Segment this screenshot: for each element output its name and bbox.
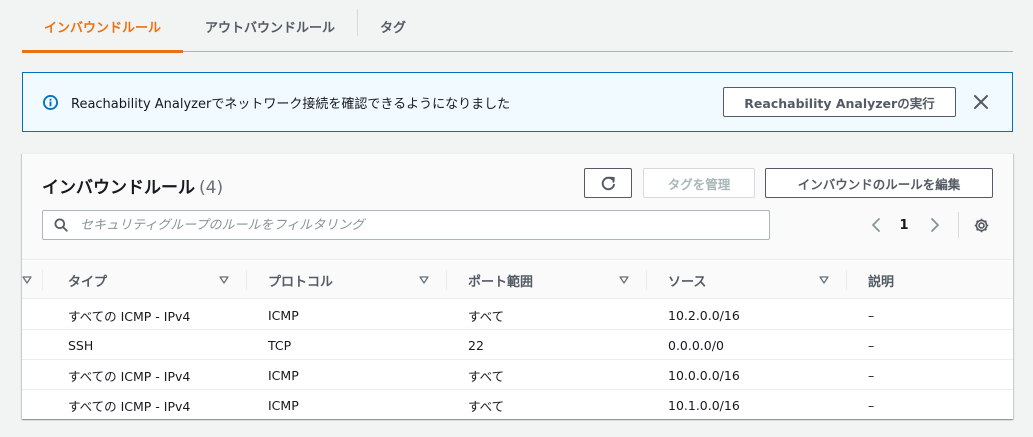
cell-protocol: ICMP (268, 307, 299, 323)
edit-inbound-rules-button[interactable]: インバウンドのルールを編集 (765, 168, 993, 198)
cell-description: – (868, 397, 875, 413)
cell-port-range: すべて (468, 368, 505, 384)
cell-description: – (868, 307, 875, 323)
info-flash-message: Reachability Analyzerでネットワーク接続を確認できるようにな… (71, 96, 511, 112)
cell-port-range: 22 (468, 337, 484, 353)
cell-protocol: ICMP (268, 397, 299, 413)
inbound-rules-panel: インバウンドルール(4) タグを管理 インバウンドのルールを編集 1 (22, 153, 1013, 419)
info-flash-bar: Reachability Analyzerでネットワーク接続を確認できるようにな… (22, 72, 1013, 132)
column-header-description[interactable]: 説明 (868, 261, 894, 299)
cell-protocol: TCP (268, 337, 292, 353)
table-row[interactable]: すべての ICMP - IPv4 ICMP すべて 10.1.0.0/16 – (22, 390, 1013, 419)
cell-type: すべての ICMP - IPv4 (68, 398, 191, 414)
column-header-protocol[interactable]: プロトコル (268, 261, 333, 299)
table-row[interactable]: すべての ICMP - IPv4 ICMP すべて 10.2.0.0/16 – (22, 300, 1013, 330)
panel-header: インバウンドルール(4) タグを管理 インバウンドのルールを編集 1 (22, 154, 1013, 260)
rule-count: (4) (199, 178, 224, 198)
refresh-icon (601, 176, 615, 190)
sort-icon[interactable] (219, 275, 229, 285)
column-header-source[interactable]: ソース (668, 261, 706, 299)
cell-port-range: すべて (468, 308, 505, 324)
column-divider (42, 270, 43, 290)
close-icon[interactable] (972, 93, 990, 111)
search-input[interactable] (78, 216, 769, 234)
tab-outbound-rules[interactable]: アウトバウンドルール (183, 0, 357, 52)
column-divider (846, 270, 847, 290)
panel-title: インバウンドルール (4) (42, 173, 223, 198)
column-header-type[interactable]: タイプ (68, 261, 107, 299)
cell-type: SSH (68, 337, 94, 353)
sort-icon[interactable] (419, 275, 429, 285)
column-divider (246, 270, 247, 290)
manage-tags-button[interactable]: タグを管理 (643, 168, 755, 198)
cell-source: 10.2.0.0/16 (668, 307, 740, 323)
tab-inbound-rules[interactable]: インバウンドルール (22, 0, 184, 53)
panel-title-text: インバウンドルール (42, 178, 195, 198)
cell-protocol: ICMP (268, 367, 299, 383)
chevron-right-icon[interactable] (928, 217, 942, 233)
column-divider (446, 270, 447, 290)
pagination-divider (958, 212, 959, 238)
chevron-left-icon[interactable] (869, 217, 883, 233)
column-header-port-range[interactable]: ポート範囲 (468, 261, 533, 299)
tab-tags[interactable]: タグ (358, 0, 428, 52)
search-icon (54, 218, 68, 232)
sort-icon[interactable] (619, 275, 629, 285)
cell-description: – (868, 337, 875, 353)
pagination-current-page[interactable]: 1 (894, 214, 914, 236)
cell-source: 10.1.0.0/16 (668, 397, 740, 413)
sort-icon[interactable] (22, 275, 32, 285)
cell-type: すべての ICMP - IPv4 (68, 308, 191, 324)
info-icon (43, 95, 58, 110)
cell-source: 0.0.0.0/0 (668, 337, 724, 353)
table-row[interactable]: すべての ICMP - IPv4 ICMP すべて 10.0.0.0/16 – (22, 360, 1013, 390)
table-header: タイプ プロトコル ポート範囲 ソース 説明 (22, 261, 1013, 299)
cell-description: – (868, 367, 875, 383)
cell-type: すべての ICMP - IPv4 (68, 368, 191, 384)
refresh-button[interactable] (584, 168, 632, 198)
sort-icon[interactable] (819, 275, 829, 285)
run-reachability-analyzer-button[interactable]: Reachability Analyzerの実行 (723, 87, 956, 117)
filter-search-box[interactable] (42, 210, 770, 240)
column-divider (646, 270, 647, 290)
settings-icon[interactable] (973, 217, 990, 234)
tab-bar: インバウンドルール アウトバウンドルール タグ (22, 0, 1013, 53)
cell-source: 10.0.0.0/16 (668, 367, 740, 383)
table-row[interactable]: SSH TCP 22 0.0.0.0/0 – (22, 330, 1013, 360)
cell-port-range: すべて (468, 398, 505, 414)
